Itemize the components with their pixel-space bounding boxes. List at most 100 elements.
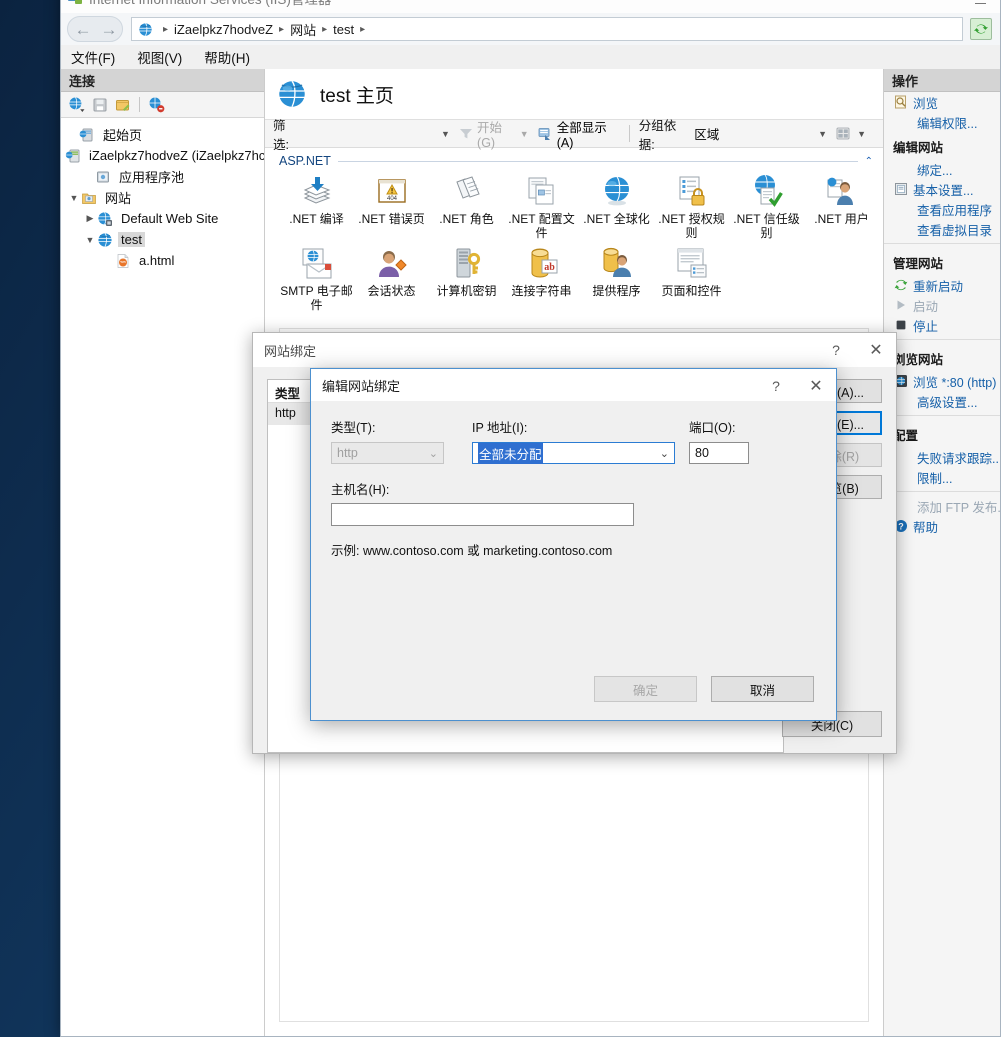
breadcrumb-separator-1: ▸ [279, 23, 285, 35]
action-view-virtual-directories[interactable]: 查看虚拟目录 [884, 219, 1000, 239]
feature-net-globalization[interactable]: .NET 全球化 [579, 174, 654, 246]
back-button[interactable]: ← [70, 17, 96, 41]
feature-machine-key[interactable]: 计算机密钥 [429, 246, 504, 318]
net-authorization-icon [675, 174, 709, 208]
tree-item-test[interactable]: ▼ test [65, 229, 264, 250]
chevron-down-icon[interactable]: ▼ [818, 129, 827, 139]
action-help[interactable]: ? 帮助 [884, 516, 1000, 536]
breadcrumb-item-1[interactable]: 网站 [290, 20, 316, 39]
action-label: 浏览 [913, 96, 939, 111]
breadcrumb-item-2[interactable]: test [333, 22, 354, 37]
hostname-input[interactable] [331, 503, 634, 526]
tree-item-app-pools[interactable]: 应用程序池 [65, 166, 264, 187]
chevron-down-icon[interactable]: ⌄ [660, 447, 669, 460]
feature-net-error-pages[interactable]: 404 .NET 错误页 [354, 174, 429, 246]
action-restart[interactable]: 重新启动 [884, 275, 1000, 295]
feature-label: .NET 角色 [439, 212, 494, 226]
action-edit-permissions[interactable]: 编辑权限... [884, 112, 1000, 132]
feature-net-authorization[interactable]: .NET 授权规则 [654, 174, 729, 246]
actions-group-title-manage-site: 管理网站 [893, 257, 944, 271]
feature-grid: .NET 编译 404 .NET 错误页 .NET 角色 .NET 配置文件 .… [265, 168, 883, 318]
chevron-up-icon[interactable]: ⌃ [865, 156, 873, 167]
save-icon[interactable] [90, 95, 109, 114]
feature-net-roles[interactable]: .NET 角色 [429, 174, 504, 246]
menu-item-help[interactable]: 帮助(H) [204, 47, 250, 67]
funnel-icon [459, 127, 473, 141]
minimize-button[interactable] [966, 0, 994, 4]
close-icon[interactable]: ✕ [856, 333, 896, 367]
action-basic-settings[interactable]: 基本设置... [884, 179, 1000, 199]
breadcrumb-item-0[interactable]: iZaelpkz7hodveZ [174, 22, 273, 37]
refresh-icon[interactable] [970, 18, 992, 40]
chevron-down-icon[interactable]: ▼ [857, 129, 866, 139]
menu-item-view[interactable]: 视图(V) [137, 47, 182, 67]
menu-item-file[interactable]: 文件(F) [71, 47, 115, 67]
tree-label: iZaelpkz7hodveZ (iZaelpkz7hc [89, 148, 264, 163]
tree-item-default-web-site[interactable]: ▶ Default Web Site [65, 208, 264, 229]
close-icon[interactable]: ✕ [796, 369, 836, 403]
tree-label: a.html [139, 253, 175, 268]
connect-to-icon[interactable] [67, 95, 86, 114]
group-by-select[interactable]: 区域 ▼ [694, 124, 836, 143]
breadcrumb-separator-2: ▸ [322, 23, 328, 35]
show-all-label[interactable]: 全部显示(A) [557, 117, 620, 150]
feature-net-profile[interactable]: .NET 配置文件 [504, 174, 579, 246]
show-all-icon [538, 127, 553, 141]
tree-item-start-page[interactable]: 起始页 [65, 124, 264, 145]
action-stop[interactable]: 停止 [884, 315, 1000, 335]
feature-label: .NET 编译 [289, 212, 344, 226]
forward-button[interactable]: → [96, 17, 122, 41]
filter-go-label[interactable]: 开始(G) [477, 117, 518, 150]
action-label: 失败请求跟踪... [917, 451, 1000, 466]
basic-settings-icon [893, 182, 908, 197]
tree-item-server[interactable]: iZaelpkz7hodveZ (iZaelpkz7hc [65, 145, 264, 166]
view-mode-icon[interactable] [836, 127, 851, 141]
action-limits[interactable]: 限制... [884, 467, 1000, 487]
connections-toolbar [61, 92, 264, 118]
chevron-down-icon[interactable]: ▼ [83, 235, 97, 245]
action-label: 限制... [917, 471, 953, 486]
net-compilation-icon [300, 174, 334, 208]
net-globalization-icon [600, 174, 634, 208]
feature-net-trust-levels[interactable]: .NET 信任级别 [729, 174, 804, 246]
net-error-pages-icon: 404 [375, 174, 409, 208]
feature-label: 提供程序 [592, 284, 641, 298]
action-label: 绑定... [917, 163, 953, 178]
ip-field-group: IP 地址(I): 全部未分配 ⌄ [472, 417, 689, 464]
tree-item-a-html[interactable]: a.html [65, 250, 264, 271]
edit-site-binding-dialog: 编辑网站绑定 ? ✕ 类型(T): http ⌄ IP 地址(I): 全部未分配… [310, 368, 837, 721]
filter-input[interactable] [304, 123, 439, 144]
chevron-down-icon[interactable]: ▼ [520, 129, 529, 139]
action-advanced-settings[interactable]: 高级设置... [884, 391, 1000, 411]
feature-providers[interactable]: 提供程序 [579, 246, 654, 318]
feature-net-compilation[interactable]: .NET 编译 [279, 174, 354, 246]
ip-address-value: 全部未分配 [478, 442, 543, 464]
ip-address-select[interactable]: 全部未分配 ⌄ [472, 442, 675, 464]
chevron-down-icon[interactable]: ▼ [441, 129, 450, 139]
app-pools-icon [95, 169, 111, 185]
cancel-button[interactable]: 取消 [711, 676, 814, 702]
tree-item-sites[interactable]: ▼ 网站 [65, 187, 264, 208]
action-view-applications[interactable]: 查看应用程序 [884, 199, 1000, 219]
feature-net-users[interactable]: .NET 用户 [804, 174, 879, 246]
action-bindings[interactable]: 绑定... [884, 159, 1000, 179]
action-browse[interactable]: 浏览 [884, 92, 1000, 112]
action-failed-request-tracing[interactable]: 失败请求跟踪... [884, 447, 1000, 467]
connect-server-icon[interactable] [113, 95, 132, 114]
feature-connection-strings[interactable]: ab 连接字符串 [504, 246, 579, 318]
port-input[interactable]: 80 [689, 442, 749, 464]
pages-controls-icon [675, 246, 709, 280]
action-label: 高级设置... [917, 395, 978, 410]
disconnect-icon[interactable] [147, 95, 166, 114]
action-browse-site[interactable]: 浏览 *:80 (http) [884, 371, 1000, 391]
sites-folder-icon [81, 190, 97, 206]
feature-label: 会话状态 [367, 284, 416, 298]
help-button[interactable]: ? [756, 369, 796, 403]
feature-smtp-email[interactable]: SMTP 电子邮件 [279, 246, 354, 318]
chevron-down-icon[interactable]: ▼ [67, 193, 81, 203]
feature-pages-controls[interactable]: 页面和控件 [654, 246, 729, 318]
breadcrumb[interactable]: ▸ iZaelpkz7hodveZ ▸ 网站 ▸ test ▸ [131, 17, 963, 41]
feature-session-state[interactable]: 会话状态 [354, 246, 429, 318]
help-button[interactable]: ? [816, 333, 856, 367]
chevron-right-icon[interactable]: ▶ [83, 213, 97, 224]
